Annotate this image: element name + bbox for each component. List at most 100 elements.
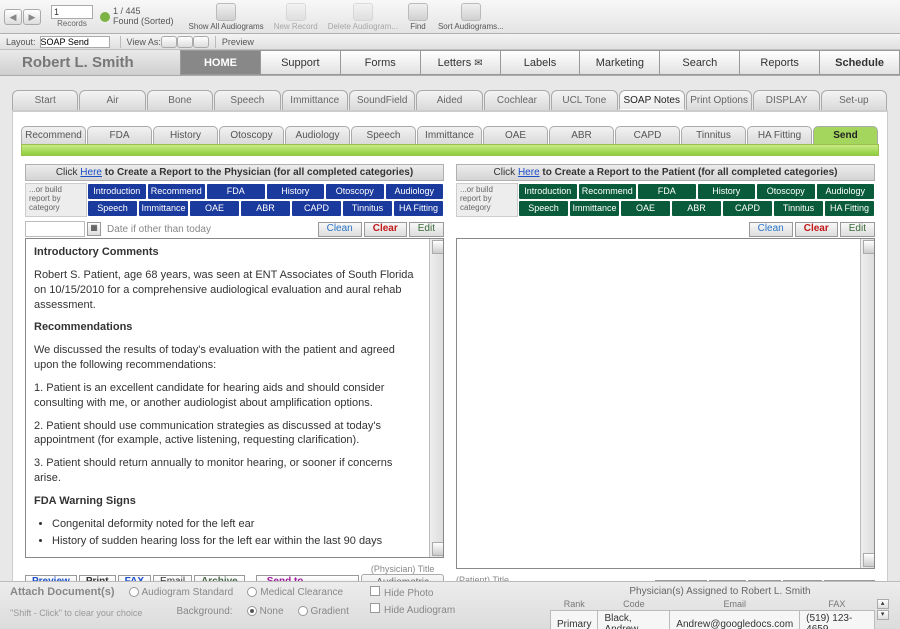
- calendar-icon[interactable]: ▦: [87, 222, 101, 236]
- radio-medical-clearance[interactable]: Medical Clearance: [247, 587, 343, 598]
- subtab-display[interactable]: DISPLAY: [753, 90, 819, 110]
- clean-button-right[interactable]: Clean: [749, 222, 793, 237]
- category-tab-capd[interactable]: CAPD: [615, 126, 680, 144]
- main-tab-search[interactable]: Search: [660, 50, 740, 75]
- chip-recommend[interactable]: Recommend: [579, 184, 637, 199]
- sort-audiograms-button[interactable]: Sort Audiograms...: [438, 3, 504, 31]
- chip-otoscopy[interactable]: Otoscopy: [326, 184, 384, 199]
- chip-abr[interactable]: ABR: [241, 201, 290, 216]
- radio-audiogram-standard[interactable]: Audiogram Standard: [129, 587, 234, 598]
- preview-toggle[interactable]: Preview: [222, 37, 254, 47]
- nav-prev-button[interactable]: ◀: [4, 9, 22, 25]
- subtab-aided[interactable]: Aided: [416, 90, 482, 110]
- clear-button-left[interactable]: Clear: [364, 222, 407, 237]
- category-tab-tinnitus[interactable]: Tinnitus: [681, 126, 746, 144]
- subtab-air[interactable]: Air: [79, 90, 145, 110]
- date-input[interactable]: [25, 221, 85, 237]
- chip-speech[interactable]: Speech: [88, 201, 137, 216]
- chip-capd[interactable]: CAPD: [292, 201, 341, 216]
- category-tab-otoscopy[interactable]: Otoscopy: [219, 126, 284, 144]
- layout-select[interactable]: [40, 36, 110, 48]
- chip-oae[interactable]: OAE: [621, 201, 670, 216]
- chip-immittance[interactable]: Immittance: [570, 201, 619, 216]
- chip-abr[interactable]: ABR: [672, 201, 721, 216]
- chip-history[interactable]: History: [698, 184, 756, 199]
- subtab-immittance[interactable]: Immittance: [282, 90, 348, 110]
- scrollbar-right[interactable]: [860, 239, 874, 568]
- chip-history[interactable]: History: [267, 184, 325, 199]
- main-tab-labels[interactable]: Labels: [501, 50, 581, 75]
- category-tab-speech[interactable]: Speech: [351, 126, 416, 144]
- category-tab-ha-fitting[interactable]: HA Fitting: [747, 126, 812, 144]
- main-tab-home[interactable]: HOME: [180, 50, 261, 75]
- radio-bg-none[interactable]: None: [247, 606, 284, 617]
- chip-immittance[interactable]: Immittance: [139, 201, 188, 216]
- find-button[interactable]: Find: [408, 3, 428, 31]
- clear-button-right[interactable]: Clear: [795, 222, 838, 237]
- main-tab-schedule[interactable]: Schedule: [820, 50, 900, 75]
- physician-here-link[interactable]: Here: [80, 167, 102, 178]
- subtab-print-options[interactable]: Print Options: [686, 90, 752, 110]
- chip-ha-fitting[interactable]: HA Fitting: [825, 201, 874, 216]
- main-tab-marketing[interactable]: Marketing: [580, 50, 660, 75]
- main-tab-forms[interactable]: Forms: [341, 50, 421, 75]
- chip-recommend[interactable]: Recommend: [148, 184, 206, 199]
- show-all-button[interactable]: Show All Audiograms: [189, 3, 264, 31]
- subtab-start[interactable]: Start: [12, 90, 78, 110]
- hide-audiogram-checkbox[interactable]: Hide Audiogram: [370, 603, 550, 616]
- view-form-icon[interactable]: [161, 36, 177, 48]
- chip-fda[interactable]: FDA: [638, 184, 696, 199]
- subtab-bone[interactable]: Bone: [147, 90, 213, 110]
- subtab-speech[interactable]: Speech: [214, 90, 280, 110]
- chip-capd[interactable]: CAPD: [723, 201, 772, 216]
- page-number-field[interactable]: 1: [51, 5, 93, 19]
- subtab-set-up[interactable]: Set-up: [821, 90, 887, 110]
- viewas-label: View As:: [127, 37, 161, 47]
- physician-row[interactable]: Primary Black, Andrew Andrew@googledocs.…: [551, 611, 875, 629]
- chip-introduction[interactable]: Introduction: [519, 184, 577, 199]
- patient-report-editor[interactable]: [456, 238, 875, 569]
- chip-tinnitus[interactable]: Tinnitus: [343, 201, 392, 216]
- edit-button-left[interactable]: Edit: [409, 222, 444, 237]
- view-table-icon[interactable]: [193, 36, 209, 48]
- subtab-soundfield[interactable]: SoundField: [349, 90, 415, 110]
- physician-create-report-bar[interactable]: Click Here to Create a Report to the Phy…: [25, 164, 444, 181]
- chip-fda[interactable]: FDA: [207, 184, 265, 199]
- main-tab-letters[interactable]: Letters✉: [421, 50, 501, 75]
- subtab-ucl-tone[interactable]: UCL Tone: [551, 90, 617, 110]
- chip-tinnitus[interactable]: Tinnitus: [774, 201, 823, 216]
- radio-bg-gradient[interactable]: Gradient: [298, 606, 349, 617]
- view-list-icon[interactable]: [177, 36, 193, 48]
- category-tab-immittance[interactable]: Immittance: [417, 126, 482, 144]
- chip-audiology[interactable]: Audiology: [386, 184, 444, 199]
- category-tab-oae[interactable]: OAE: [483, 126, 548, 144]
- main-tab-support[interactable]: Support: [261, 50, 341, 75]
- chip-introduction[interactable]: Introduction: [88, 184, 146, 199]
- clean-button-left[interactable]: Clean: [318, 222, 362, 237]
- chip-audiology[interactable]: Audiology: [817, 184, 875, 199]
- new-record-button[interactable]: New Record: [274, 3, 318, 31]
- patient-here-link[interactable]: Here: [518, 167, 540, 178]
- category-tab-history[interactable]: History: [153, 126, 218, 144]
- chip-otoscopy[interactable]: Otoscopy: [757, 184, 815, 199]
- phys-scroll-down-icon[interactable]: ▾: [877, 610, 889, 620]
- subtab-cochlear[interactable]: Cochlear: [484, 90, 550, 110]
- chip-ha-fitting[interactable]: HA Fitting: [394, 201, 443, 216]
- category-tab-audiology[interactable]: Audiology: [285, 126, 350, 144]
- main-tab-reports[interactable]: Reports: [740, 50, 820, 75]
- category-tab-abr[interactable]: ABR: [549, 126, 614, 144]
- phys-scroll-up-icon[interactable]: ▴: [877, 599, 889, 609]
- category-tab-send[interactable]: Send: [813, 126, 878, 144]
- chip-speech[interactable]: Speech: [519, 201, 568, 216]
- scrollbar[interactable]: [429, 239, 443, 557]
- chip-oae[interactable]: OAE: [190, 201, 239, 216]
- physician-report-editor[interactable]: Introductory Comments Robert S. Patient,…: [25, 238, 444, 558]
- category-tab-fda[interactable]: FDA: [87, 126, 152, 144]
- category-tab-recommend[interactable]: Recommend: [21, 126, 86, 144]
- subtab-soap-notes[interactable]: SOAP Notes: [619, 90, 685, 110]
- edit-button-right[interactable]: Edit: [840, 222, 875, 237]
- hide-photo-checkbox[interactable]: Hide Photo: [370, 586, 550, 599]
- nav-next-button[interactable]: ▶: [23, 9, 41, 25]
- delete-audiogram-button[interactable]: Delete Audiogram...: [328, 3, 398, 31]
- patient-create-report-bar[interactable]: Click Here to Create a Report to the Pat…: [456, 164, 875, 181]
